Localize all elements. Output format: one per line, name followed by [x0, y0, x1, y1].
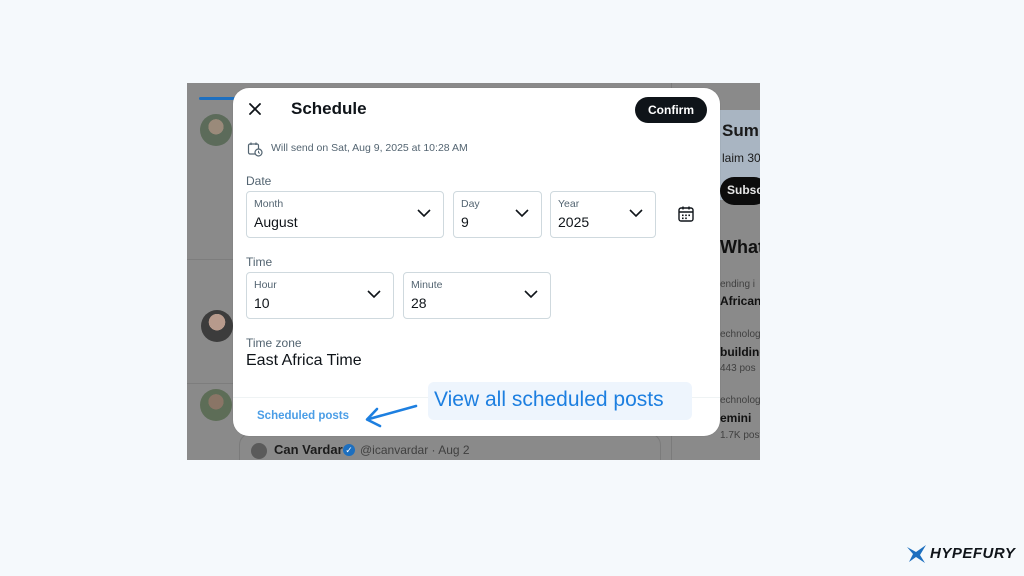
close-icon[interactable] — [245, 99, 265, 119]
confirm-button[interactable]: Confirm — [635, 97, 707, 123]
quoted-post: Can Vardar ✓ @icanvardar · Aug 2 — [239, 433, 661, 460]
day-select[interactable]: Day 9 — [453, 191, 542, 238]
minute-select[interactable]: Minute 28 — [403, 272, 551, 319]
annotation-callout: View all scheduled posts — [428, 382, 692, 420]
avatar — [200, 389, 232, 421]
avatar — [201, 310, 233, 342]
chevron-down-icon — [524, 290, 538, 299]
chevron-down-icon — [515, 209, 529, 218]
hypefury-logo-icon — [907, 545, 926, 563]
trend-meta: echnolog — [720, 395, 760, 406]
time-section-label: Time — [246, 255, 273, 269]
quoted-post-author: Can Vardar — [274, 442, 343, 457]
avatar — [200, 114, 232, 146]
minute-select-value: 28 — [411, 295, 427, 311]
premium-card-text: laim 30 — [722, 151, 760, 165]
verified-badge-icon: ✓ — [343, 444, 355, 456]
chevron-down-icon — [629, 209, 643, 218]
subscribe-button-label: Subsc — [727, 183, 760, 197]
month-select[interactable]: Month August — [246, 191, 444, 238]
brand-name: HYPEFURY — [930, 545, 1016, 562]
scheduled-posts-link[interactable]: Scheduled posts — [257, 410, 349, 422]
premium-card-title: Summ — [722, 121, 760, 140]
timezone-value: East Africa Time — [246, 352, 362, 369]
chevron-down-icon — [417, 209, 431, 218]
trends-title: What’ — [720, 237, 760, 257]
month-select-value: August — [254, 214, 298, 230]
trend-meta: ending i — [720, 279, 756, 290]
send-summary-text: Will send on Sat, Aug 9, 2025 at 10:28 A… — [271, 142, 468, 154]
annotation-text: View all scheduled posts — [434, 388, 664, 411]
calendar-clock-icon — [247, 142, 263, 157]
chevron-down-icon — [367, 290, 381, 299]
trend-title: building — [720, 345, 760, 359]
trend-meta: echnolog — [720, 329, 760, 340]
quoted-post-handle-date: @icanvardar · Aug 2 — [360, 443, 470, 457]
day-select-label: Day — [461, 198, 480, 210]
trend-title: emini — [720, 411, 752, 425]
avatar — [251, 443, 267, 459]
trend-title: African — [720, 294, 760, 308]
annotation-arrow-icon — [365, 404, 418, 428]
date-section-label: Date — [246, 174, 272, 188]
hour-select[interactable]: Hour 10 — [246, 272, 394, 319]
day-select-value: 9 — [461, 214, 469, 230]
calendar-icon[interactable] — [677, 205, 695, 223]
year-select-value: 2025 — [558, 214, 590, 230]
timezone-label: Time zone — [246, 336, 302, 350]
trend-count: 1.7K post — [720, 430, 760, 441]
month-select-label: Month — [254, 198, 284, 210]
subscribe-button: Subsc — [720, 177, 760, 205]
modal-title: Schedule — [291, 99, 367, 118]
year-select-label: Year — [558, 198, 580, 210]
minute-select-label: Minute — [411, 279, 443, 291]
right-sidebar: Summ laim 30 Subsc What’ ending i Africa… — [720, 83, 760, 460]
year-select[interactable]: Year 2025 — [550, 191, 656, 238]
hour-select-value: 10 — [254, 295, 270, 311]
trend-count: 443 pos — [720, 363, 756, 374]
hour-select-label: Hour — [254, 279, 277, 291]
